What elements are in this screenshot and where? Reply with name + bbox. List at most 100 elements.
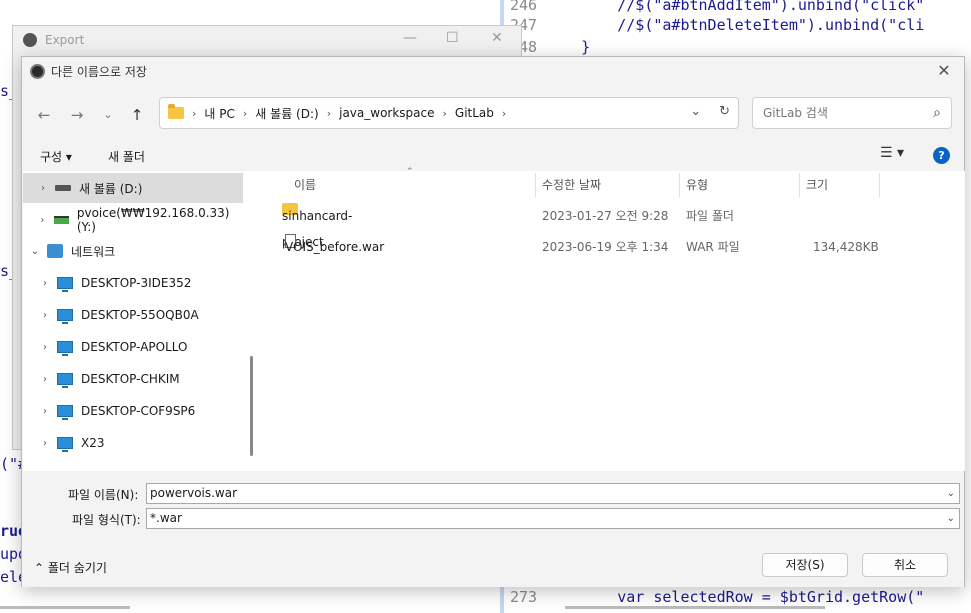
maximize-icon[interactable]: ☐ bbox=[446, 30, 459, 46]
dialog-footer: ⌃ 폴더 숨기기 저장(S) 취소 bbox=[22, 541, 964, 587]
command-toolbar: 구성 ▾ 새 폴더 ☰ ▾ ? bbox=[22, 143, 964, 169]
chevron-right-icon[interactable]: › bbox=[192, 107, 196, 120]
filename-field[interactable]: powervois.war ⌄ bbox=[146, 483, 960, 504]
refresh-icon[interactable]: ↻ bbox=[719, 104, 730, 119]
breadcrumb-item[interactable]: java_workspace bbox=[339, 106, 434, 120]
computer-icon bbox=[57, 405, 73, 420]
navigation-pane: › 새 볼륨 (D:) › pvoice(₩₩192.168.0.33) (Y:… bbox=[23, 171, 260, 471]
nav-item-label: 새 볼륨 (D:) bbox=[79, 181, 143, 196]
chevron-down-icon[interactable]: ⌄ bbox=[23, 246, 47, 257]
column-divider[interactable] bbox=[879, 173, 880, 197]
breadcrumb-item[interactable]: 내 PC bbox=[204, 105, 234, 122]
chevron-right-icon[interactable]: › bbox=[502, 107, 506, 120]
nav-item-computer[interactable]: › DESKTOP-COF9SP6 bbox=[23, 396, 243, 426]
hide-folders-label: 폴더 숨기기 bbox=[47, 561, 107, 575]
file-name: VOIS_before.war bbox=[285, 240, 385, 254]
bg-horizontal-scrollbar[interactable] bbox=[0, 606, 130, 609]
network-drive-icon bbox=[53, 216, 69, 224]
nav-item-label: DESKTOP-CHKIM bbox=[81, 372, 180, 386]
save-button[interactable]: 저장(S) bbox=[762, 553, 848, 577]
close-icon[interactable]: ✕ bbox=[932, 61, 956, 81]
chevron-right-icon[interactable]: › bbox=[33, 438, 57, 449]
up-arrow-icon[interactable]: ↑ bbox=[125, 103, 149, 127]
column-header-type[interactable]: 유형 bbox=[686, 174, 708, 196]
nav-item-network-drive[interactable]: › pvoice(₩₩192.168.0.33) (Y:) bbox=[23, 205, 243, 235]
column-header-size[interactable]: 크기 bbox=[806, 174, 828, 196]
recent-dropdown-icon[interactable]: ⌄ bbox=[96, 103, 120, 127]
minimize-icon[interactable]: — bbox=[403, 30, 417, 46]
column-header-modified[interactable]: 수정한 날짜 bbox=[542, 174, 601, 196]
file-type: WAR 파일 bbox=[686, 240, 740, 254]
nav-item-computer[interactable]: › X23 bbox=[23, 428, 243, 458]
filetype-label: 파일 형식(T): bbox=[72, 513, 141, 527]
nav-item-label: 네트워크 bbox=[71, 244, 116, 259]
nav-item-label: DESKTOP-COF9SP6 bbox=[81, 404, 196, 418]
forward-arrow-icon[interactable]: → bbox=[65, 103, 89, 127]
chevron-down-icon[interactable]: ⌄ bbox=[690, 104, 701, 119]
column-header-name[interactable]: 이름 bbox=[294, 174, 316, 196]
bg-horizontal-scrollbar[interactable] bbox=[565, 606, 825, 609]
chevron-right-icon[interactable]: › bbox=[33, 406, 57, 417]
cancel-button[interactable]: 취소 bbox=[862, 553, 948, 577]
chevron-right-icon[interactable]: › bbox=[31, 183, 55, 194]
nav-item-computer[interactable]: › DESKTOP-CHKIM bbox=[23, 364, 243, 394]
nav-pane-scrollbar[interactable] bbox=[250, 356, 253, 456]
chevron-right-icon[interactable]: › bbox=[33, 278, 57, 289]
chevron-right-icon[interactable]: › bbox=[31, 215, 54, 226]
back-arrow-icon[interactable]: ← bbox=[32, 103, 56, 127]
chevron-right-icon[interactable]: › bbox=[33, 374, 57, 385]
code-line: } bbox=[545, 38, 591, 56]
line-number: 246 bbox=[510, 0, 538, 14]
nav-item-label: DESKTOP-55OQB0A bbox=[81, 308, 199, 322]
chevron-right-icon[interactable]: › bbox=[243, 107, 247, 120]
organize-button[interactable]: 구성 ▾ bbox=[40, 148, 72, 165]
view-options-icon[interactable]: ☰ ▾ bbox=[880, 145, 904, 161]
nav-item-drive-d[interactable]: › 새 볼륨 (D:) bbox=[23, 173, 243, 203]
chevron-right-icon[interactable]: › bbox=[327, 107, 331, 120]
column-divider[interactable] bbox=[799, 173, 800, 197]
nav-item-computer[interactable]: › DESKTOP-55OQB0A bbox=[23, 300, 243, 330]
sort-up-icon: ⌃ bbox=[406, 167, 414, 177]
chevron-down-icon[interactable]: ⌄ bbox=[947, 509, 955, 528]
nav-item-label: DESKTOP-APOLLO bbox=[81, 340, 188, 354]
help-icon[interactable]: ? bbox=[933, 147, 950, 164]
filetype-value: *.war bbox=[150, 511, 182, 525]
app-icon bbox=[30, 63, 45, 79]
app-icon bbox=[23, 33, 37, 47]
filetype-select[interactable]: *.war ⌄ bbox=[146, 508, 960, 529]
navigation-bar: ← → ⌄ ↑ › 내 PC › 새 볼륨 (D:) › java_worksp… bbox=[22, 95, 964, 135]
chevron-right-icon[interactable]: › bbox=[443, 107, 447, 120]
save-as-dialog: 다른 이름으로 저장 ✕ ← → ⌄ ↑ › 내 PC › 새 볼륨 (D:) … bbox=[21, 56, 965, 587]
file-row[interactable]: sinhancard-project 2023-01-27 오전 9:28 파일… bbox=[260, 203, 965, 249]
computer-icon bbox=[57, 373, 73, 388]
search-placeholder: GitLab 검색 bbox=[763, 106, 828, 120]
dialog-title: 다른 이름으로 저장 bbox=[51, 64, 147, 79]
chevron-right-icon[interactable]: › bbox=[33, 310, 57, 321]
code-line: var selectedRow = $btGrid.getRow(" bbox=[545, 588, 925, 606]
filename-label: 파일 이름(N): bbox=[68, 488, 139, 502]
file-modified: 2023-01-27 오전 9:28 bbox=[542, 209, 669, 223]
close-icon[interactable]: ✕ bbox=[491, 30, 503, 46]
nav-item-computer[interactable]: › DESKTOP-APOLLO bbox=[23, 332, 243, 362]
breadcrumb-item[interactable]: 새 볼륨 (D:) bbox=[255, 105, 318, 122]
nav-item-computer[interactable]: › DESKTOP-3IDE352 bbox=[23, 268, 243, 298]
search-icon[interactable]: ⌕ bbox=[933, 98, 941, 128]
breadcrumb-item[interactable]: GitLab bbox=[455, 106, 494, 120]
file-modified: 2023-06-19 오후 1:34 bbox=[542, 240, 669, 254]
hide-folders-toggle[interactable]: ⌃ 폴더 숨기기 bbox=[34, 559, 107, 576]
nav-item-label: pvoice(₩₩192.168.0.33) (Y:) bbox=[76, 206, 230, 234]
chevron-down-icon[interactable]: ⌄ bbox=[947, 484, 955, 503]
computer-icon bbox=[57, 277, 73, 292]
code-line: //$("a#btnDeleteItem").unbind("cli bbox=[545, 16, 925, 34]
computer-icon bbox=[57, 437, 73, 452]
nav-item-network[interactable]: ⌄ 네트워크 bbox=[23, 236, 243, 266]
search-input[interactable]: GitLab 검색 ⌕ bbox=[752, 97, 952, 129]
chevron-right-icon[interactable]: › bbox=[33, 342, 57, 353]
file-row[interactable]: VOIS_before.war 2023-06-19 오후 1:34 WAR 파… bbox=[260, 234, 965, 260]
folder-icon bbox=[168, 104, 184, 119]
address-bar[interactable]: › 내 PC › 새 볼륨 (D:) › java_workspace › Gi… bbox=[159, 97, 739, 129]
computer-icon bbox=[57, 341, 73, 356]
column-divider[interactable] bbox=[535, 173, 536, 197]
column-divider[interactable] bbox=[679, 173, 680, 197]
new-folder-button[interactable]: 새 폴더 bbox=[108, 148, 145, 165]
